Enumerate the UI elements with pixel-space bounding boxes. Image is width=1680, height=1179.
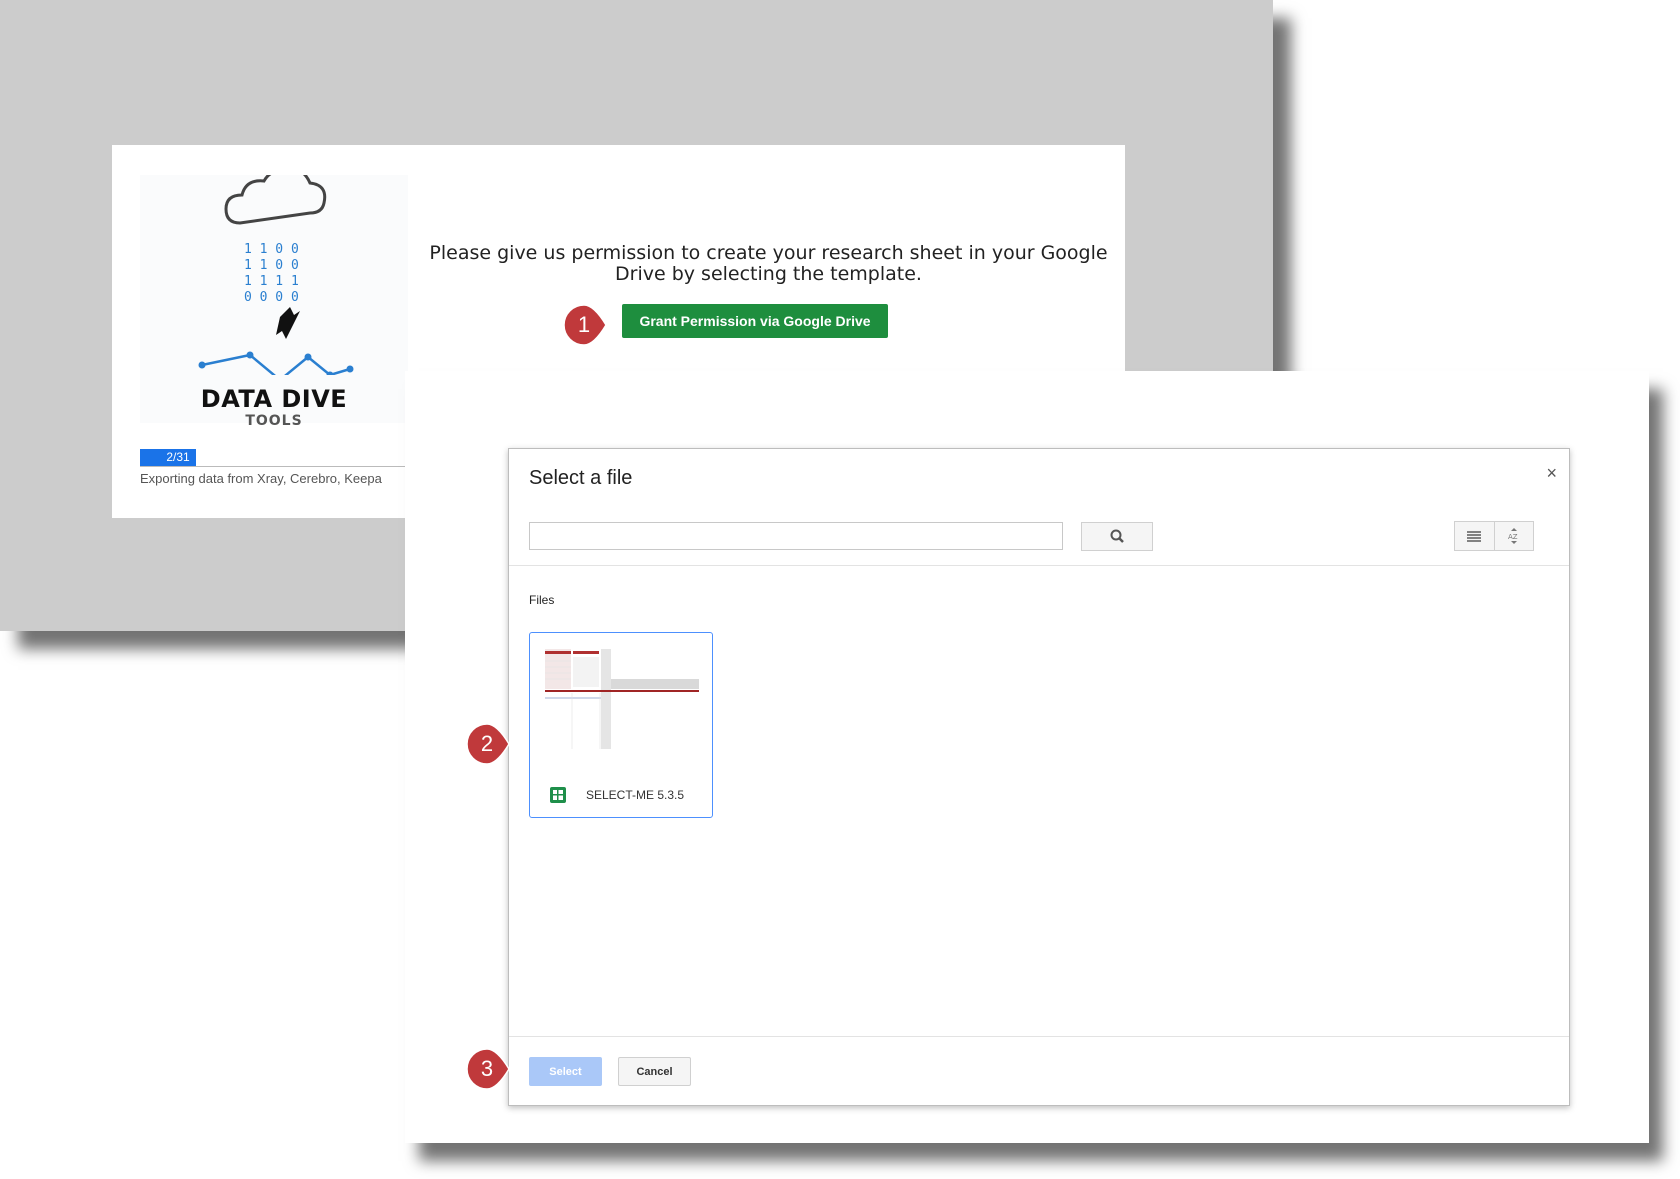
- callout-marker: 2: [465, 722, 537, 766]
- files-section-label: Files: [529, 593, 555, 607]
- sort-button[interactable]: AZ: [1493, 522, 1534, 550]
- binary-row: 0 0 0 0: [244, 290, 299, 305]
- list-view-icon: [1467, 531, 1482, 542]
- foreground-screenshot: Select a file × AZ Files SELECT-ME 5.3.5…: [405, 371, 1649, 1143]
- callout-number: 1: [577, 312, 591, 337]
- google-sheets-icon: [550, 787, 566, 803]
- svg-text:AZ: AZ: [1508, 533, 1518, 541]
- select-button[interactable]: Select: [529, 1057, 602, 1086]
- export-status-text: Exporting data from Xray, Cerebro, Keepa: [140, 471, 382, 486]
- callout-marker: 3: [465, 1047, 537, 1091]
- progress-fill: 2/31: [140, 449, 196, 466]
- sort-az-icon: AZ: [1508, 528, 1518, 544]
- header-divider: [509, 565, 1569, 566]
- logo-title: DATA DIVE: [200, 385, 348, 413]
- binary-row: 1 1 0 0: [244, 258, 299, 273]
- search-icon: [1110, 529, 1124, 543]
- data-dive-logo: 1 1 0 0 1 1 0 0 1 1 1 1 0 0 0 0 DATA DIV…: [140, 169, 408, 429]
- search-button[interactable]: [1081, 522, 1153, 551]
- view-toggle-group: AZ: [1454, 521, 1534, 551]
- file-thumbnail: [545, 649, 699, 749]
- callout-number: 2: [480, 731, 494, 756]
- file-name: SELECT-ME 5.3.5: [586, 788, 685, 802]
- search-input[interactable]: [529, 522, 1063, 550]
- cloud-data-logo-icon: 1 1 0 0 1 1 0 0 1 1 1 1 0 0 0 0: [198, 169, 354, 384]
- binary-row: 1 1 0 0: [244, 242, 299, 257]
- close-icon[interactable]: ×: [1546, 463, 1557, 484]
- footer-divider: [509, 1036, 1569, 1037]
- file-item[interactable]: SELECT-ME 5.3.5: [529, 632, 713, 818]
- grant-permission-button[interactable]: Grant Permission via Google Drive: [622, 304, 888, 338]
- cancel-button[interactable]: Cancel: [618, 1057, 691, 1086]
- callout-number: 3: [480, 1056, 494, 1081]
- dialog-title: Select a file: [529, 467, 633, 489]
- logo-subtitle: TOOLS: [245, 413, 303, 429]
- progress-bar: 2/31: [140, 449, 410, 467]
- callout-marker: 1: [562, 303, 634, 347]
- file-picker-dialog: Select a file × AZ Files SELECT-ME 5.3.5…: [508, 448, 1570, 1106]
- permission-message: Please give us permission to create your…: [429, 242, 1108, 285]
- binary-row: 1 1 1 1: [244, 274, 299, 289]
- list-view-button[interactable]: [1455, 522, 1494, 550]
